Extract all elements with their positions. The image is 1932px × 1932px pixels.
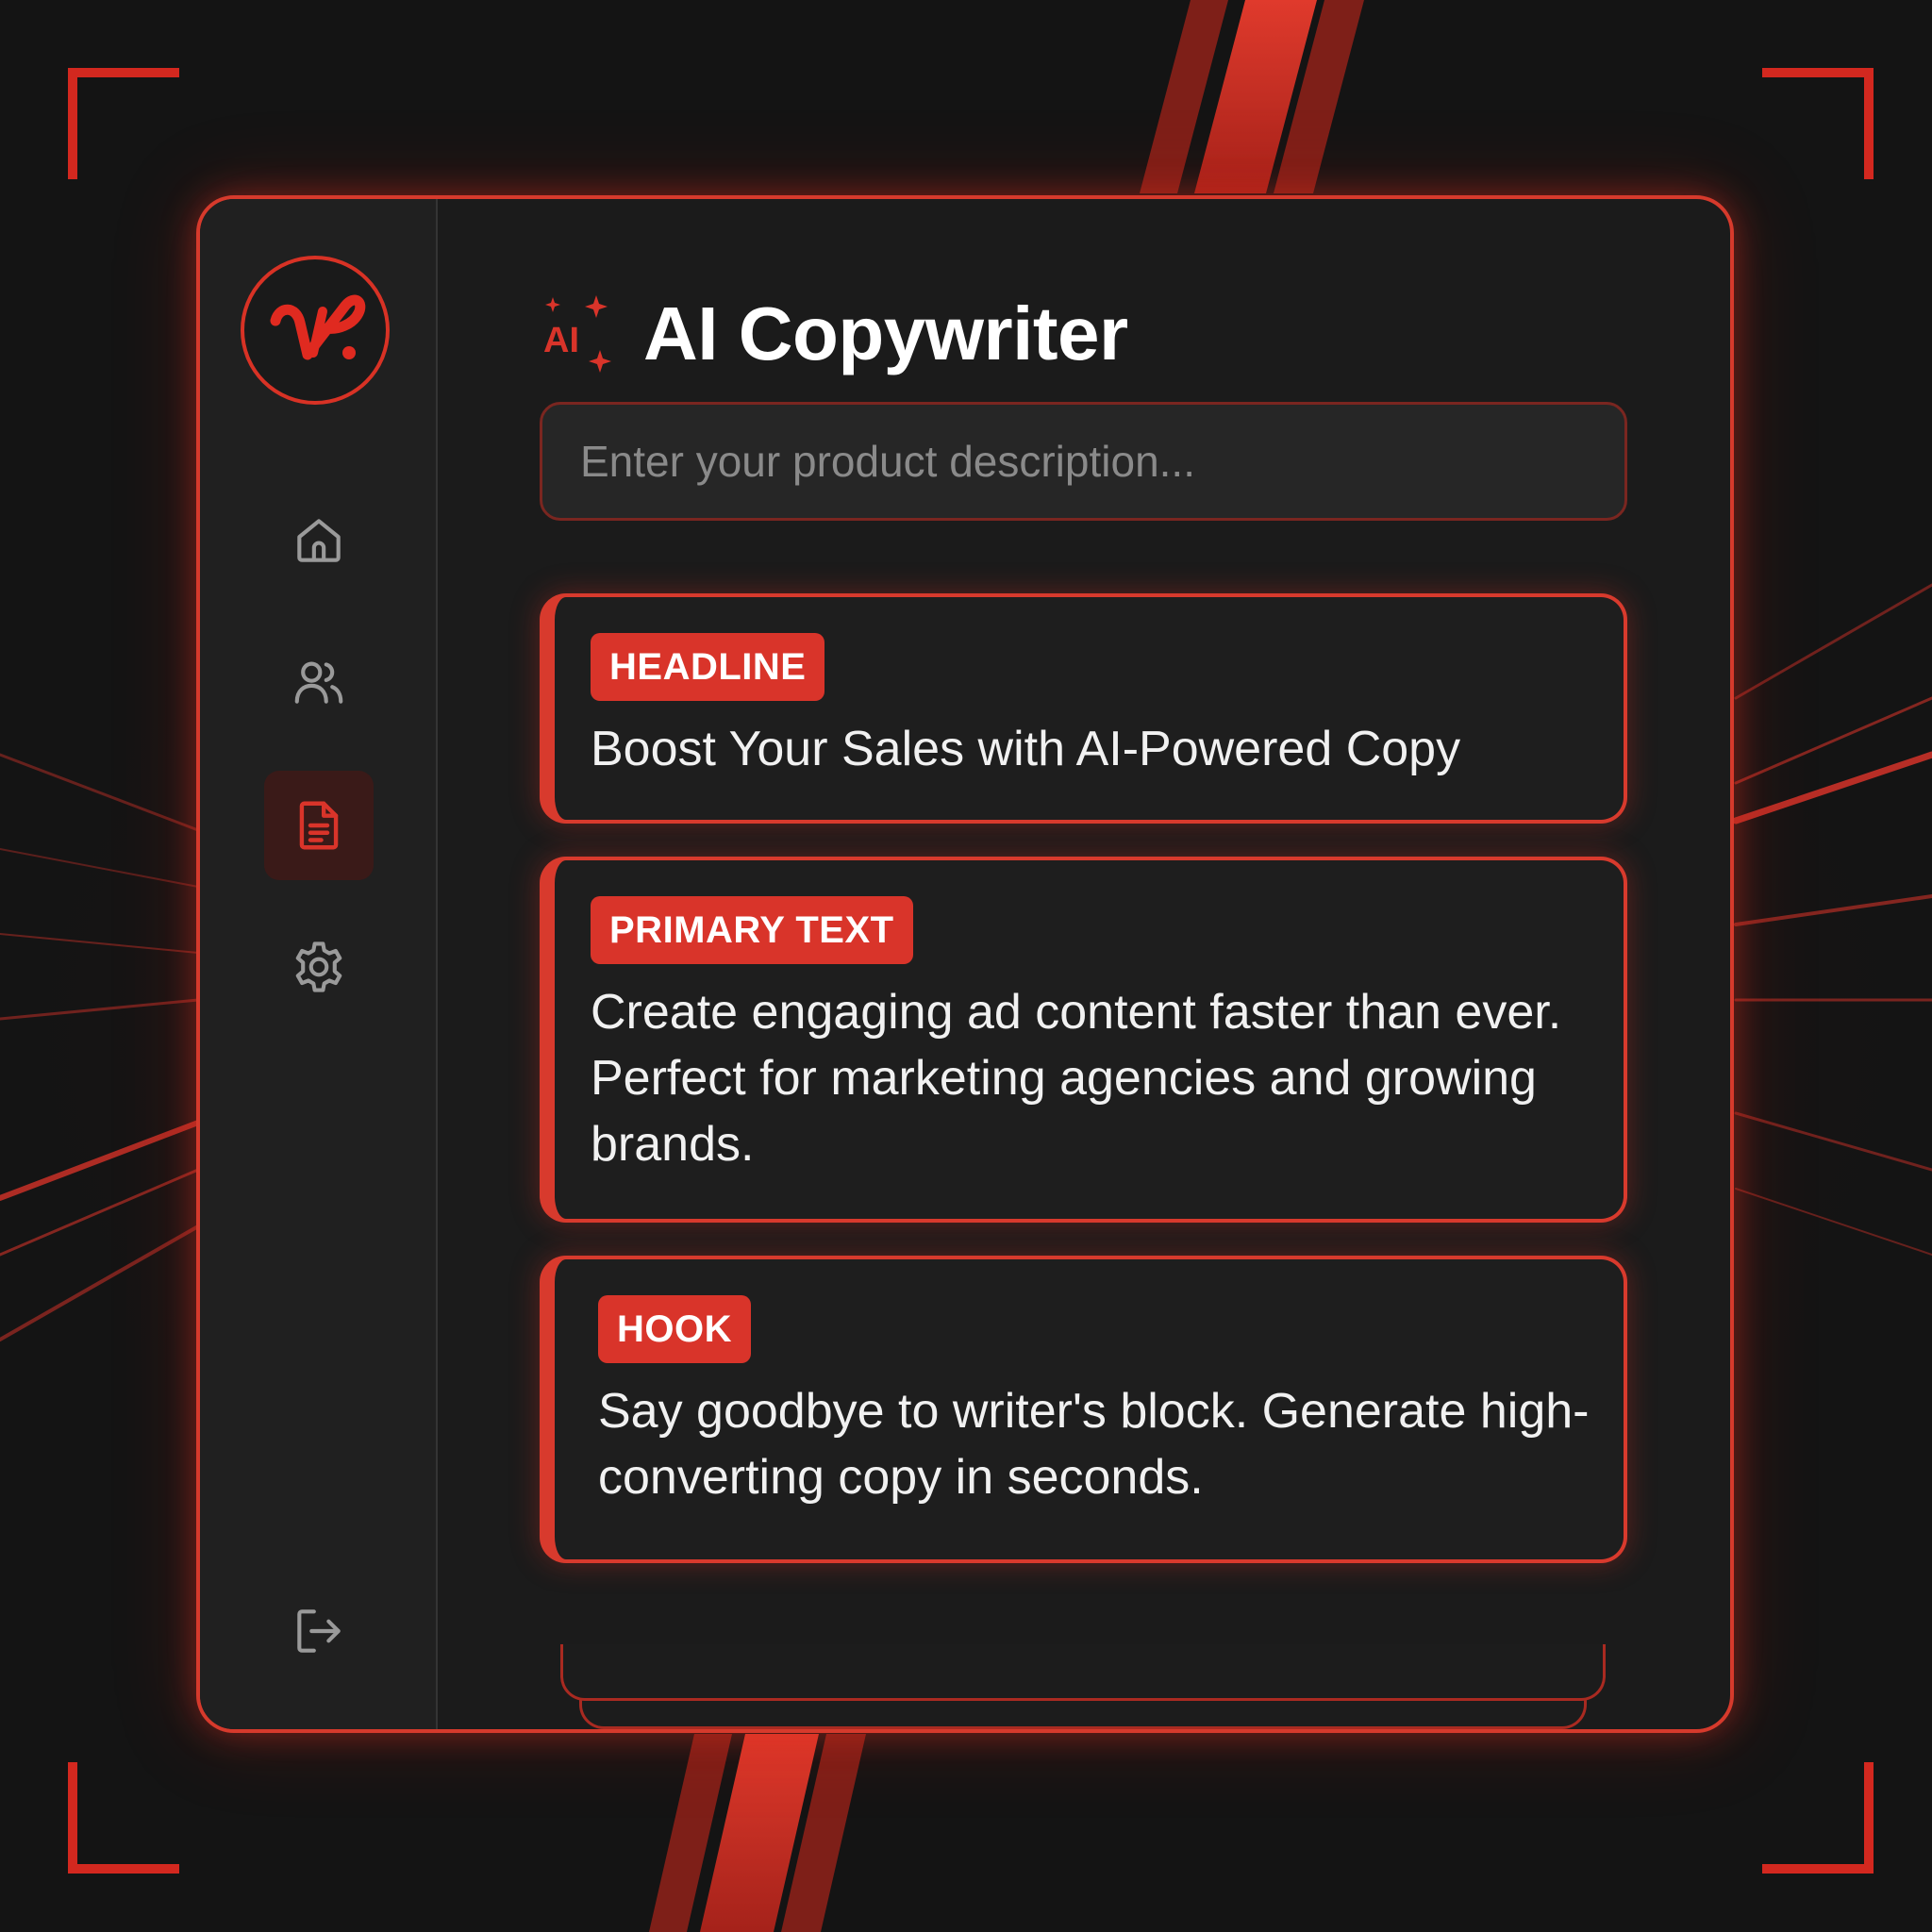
users-icon (294, 661, 343, 704)
corner-bracket-bottom-left (68, 1762, 179, 1874)
corner-bracket-bottom-right (1762, 1762, 1874, 1874)
result-card-hook[interactable]: HOOK Say goodbye to writer's block. Gene… (540, 1256, 1627, 1563)
sidebar-item-settings[interactable] (264, 912, 374, 1022)
home-icon (297, 519, 341, 562)
main-content: AI AI Copywriter HEADLINE Boost Your Sal… (436, 199, 1730, 1729)
corner-bracket-top-left (68, 68, 179, 179)
card-label-badge: PRIMARY TEXT (591, 896, 913, 964)
gear-icon (295, 941, 342, 992)
page-title: AI Copywriter (643, 291, 1128, 375)
vp-logo (270, 294, 366, 360)
sidebar-item-home[interactable] (264, 486, 374, 595)
document-icon (299, 801, 339, 850)
ai-sparkle-icon: AI (543, 295, 611, 373)
title-row: AI AI Copywriter (540, 287, 1128, 381)
app-window: AI AI Copywriter HEADLINE Boost Your Sal… (196, 195, 1734, 1733)
card-label-badge: HOOK (598, 1295, 751, 1363)
ai-icon-label: AI (543, 321, 579, 360)
sidebar-item-documents[interactable] (264, 771, 374, 880)
result-card-headline[interactable]: HEADLINE Boost Your Sales with AI-Powere… (540, 593, 1627, 824)
corner-bracket-top-right (1762, 68, 1874, 179)
card-text: Say goodbye to writer's block. Generate … (598, 1384, 1590, 1505)
brand-logo[interactable] (241, 256, 390, 405)
result-card-primary-text[interactable]: PRIMARY TEXT Create engaging ad content … (540, 857, 1627, 1223)
logout-icon (297, 1609, 341, 1653)
card-stack-layer (560, 1644, 1606, 1701)
card-text: Create engaging ad content faster than e… (591, 985, 1562, 1172)
sidebar (200, 199, 438, 1729)
product-description-input[interactable] (540, 402, 1627, 521)
card-label-badge: HEADLINE (591, 633, 825, 701)
logout-button[interactable] (264, 1576, 374, 1686)
sidebar-item-users[interactable] (264, 627, 374, 737)
card-text: Boost Your Sales with AI-Powered Copy (591, 722, 1461, 776)
